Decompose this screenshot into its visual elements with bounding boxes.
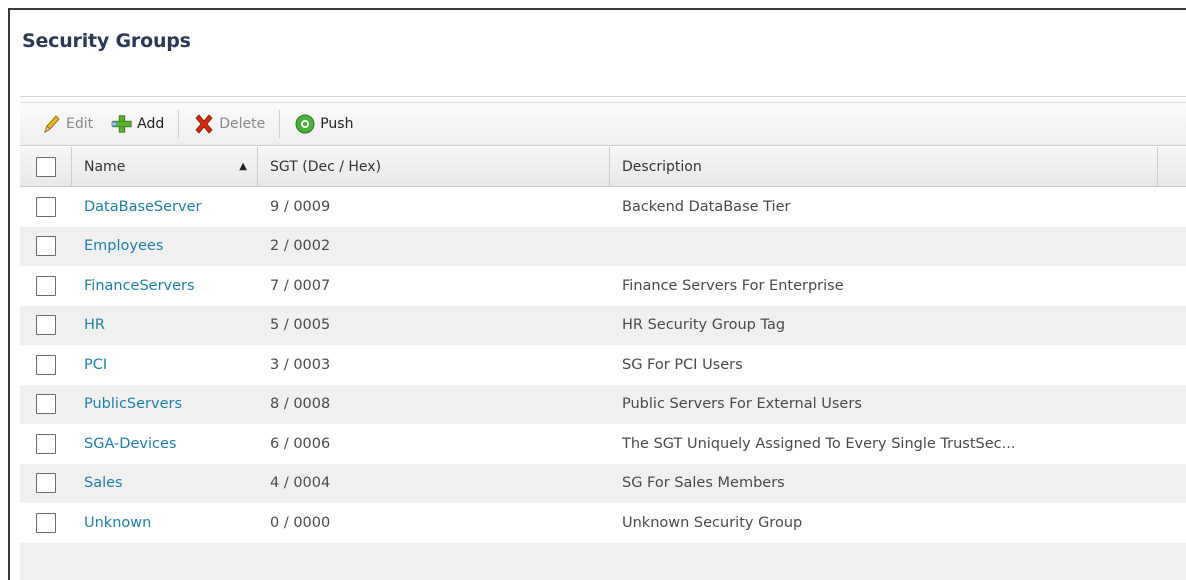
row-checkbox-cell [20, 275, 72, 296]
table-row[interactable]: Employees 2 / 0002 [20, 226, 1186, 266]
push-label: Push [320, 116, 354, 132]
row-checkbox[interactable] [36, 196, 56, 217]
group-name-link[interactable]: DataBaseServer [72, 199, 258, 215]
column-header-name-label: Name [84, 158, 126, 175]
group-name-link[interactable]: Sales [72, 475, 258, 491]
table-row[interactable]: Sales 4 / 0004 SG For Sales Members [20, 463, 1186, 503]
column-header-description[interactable]: Description [610, 147, 1158, 186]
toolbar-separator [279, 110, 281, 138]
group-name-link[interactable]: HR [72, 317, 258, 333]
column-header-sgt[interactable]: SGT (Dec / Hex) [258, 147, 610, 186]
table-row[interactable]: HR 5 / 0005 HR Security Group Tag [20, 305, 1186, 345]
row-checkbox-cell [20, 433, 72, 454]
row-checkbox[interactable] [36, 354, 56, 375]
x-icon [193, 113, 215, 135]
group-description: HR Security Group Tag [622, 317, 786, 334]
row-checkbox-cell [20, 354, 72, 375]
security-groups-panel: Security Groups Edit Add Delete Push Nam… [8, 8, 1186, 580]
add-button[interactable]: Add [111, 109, 164, 139]
group-description: SG For PCI Users [622, 356, 743, 373]
row-checkbox[interactable] [36, 512, 56, 533]
row-checkbox[interactable] [36, 473, 56, 494]
table-row[interactable]: PublicServers 8 / 0008 Public Servers Fo… [20, 384, 1186, 424]
group-name-link[interactable]: PCI [72, 357, 258, 373]
sgt-value: 4 / 0004 [270, 475, 331, 492]
edit-label: Edit [66, 116, 94, 132]
page-title: Security Groups [22, 30, 191, 52]
group-description: The SGT Uniquely Assigned To Every Singl… [622, 435, 1016, 452]
group-description: Backend DataBase Tier [622, 198, 791, 215]
push-button[interactable]: Push [294, 109, 353, 139]
table-row[interactable]: SGA-Devices 6 / 0006 The SGT Uniquely As… [20, 424, 1186, 464]
group-name-link[interactable]: Unknown [72, 515, 258, 531]
sgt-value: 6 / 0006 [270, 435, 331, 452]
sgt-value: 7 / 0007 [270, 277, 331, 294]
table-row[interactable]: DataBaseServer 9 / 0009 Backend DataBase… [20, 187, 1186, 227]
plus-icon [111, 113, 133, 135]
row-checkbox[interactable] [36, 433, 56, 454]
select-all-cell [20, 147, 72, 186]
sgt-value: 2 / 0002 [270, 238, 331, 255]
column-header-name[interactable]: Name ▲ [72, 147, 258, 186]
row-checkbox[interactable] [36, 236, 56, 257]
group-name-link[interactable]: SGA-Devices [72, 436, 258, 452]
row-checkbox[interactable] [36, 315, 56, 336]
table-header: Name ▲ SGT (Dec / Hex) Description [20, 147, 1186, 187]
row-checkbox-cell [20, 196, 72, 217]
column-header-sgt-label: SGT (Dec / Hex) [270, 158, 382, 175]
row-checkbox[interactable] [36, 275, 56, 296]
table-empty-row [20, 542, 1186, 580]
table-row[interactable]: PCI 3 / 0003 SG For PCI Users [20, 345, 1186, 385]
sgt-value: 5 / 0005 [270, 317, 331, 334]
sgt-value: 8 / 0008 [270, 396, 331, 413]
select-all-checkbox[interactable] [35, 156, 56, 177]
group-description: Unknown Security Group [622, 514, 803, 531]
table-row[interactable]: FinanceServers 7 / 0007 Finance Servers … [20, 266, 1186, 306]
sgt-value: 3 / 0003 [270, 356, 331, 373]
row-checkbox-cell [20, 394, 72, 415]
sgt-value: 0 / 0000 [270, 514, 331, 531]
group-name-link[interactable]: Employees [72, 238, 258, 254]
table-row[interactable]: Unknown 0 / 0000 Unknown Security Group [20, 503, 1186, 543]
edit-button[interactable]: Edit [40, 109, 93, 139]
group-description: Finance Servers For Enterprise [622, 277, 844, 294]
row-checkbox-cell [20, 315, 72, 336]
row-checkbox-cell [20, 473, 72, 494]
add-label: Add [137, 116, 165, 132]
toolbar: Edit Add Delete Push [20, 102, 1186, 146]
group-description: Public Servers For External Users [622, 396, 862, 413]
column-header-spacer [1158, 147, 1186, 186]
sort-ascending-icon: ▲ [239, 161, 247, 172]
delete-button[interactable]: Delete [193, 109, 265, 139]
row-checkbox[interactable] [36, 394, 56, 415]
pencil-icon [40, 113, 62, 135]
sgt-value: 9 / 0009 [270, 198, 331, 215]
title-divider [20, 96, 1186, 97]
group-name-link[interactable]: FinanceServers [72, 278, 258, 294]
security-groups-table: Name ▲ SGT (Dec / Hex) Description DataB… [20, 147, 1186, 580]
row-checkbox-cell [20, 512, 72, 533]
delete-label: Delete [219, 116, 266, 132]
toolbar-separator [178, 110, 180, 138]
column-header-description-label: Description [622, 158, 702, 175]
row-checkbox-cell [20, 236, 72, 257]
group-description: SG For Sales Members [622, 475, 785, 492]
group-name-link[interactable]: PublicServers [72, 396, 258, 412]
push-icon [294, 113, 316, 135]
